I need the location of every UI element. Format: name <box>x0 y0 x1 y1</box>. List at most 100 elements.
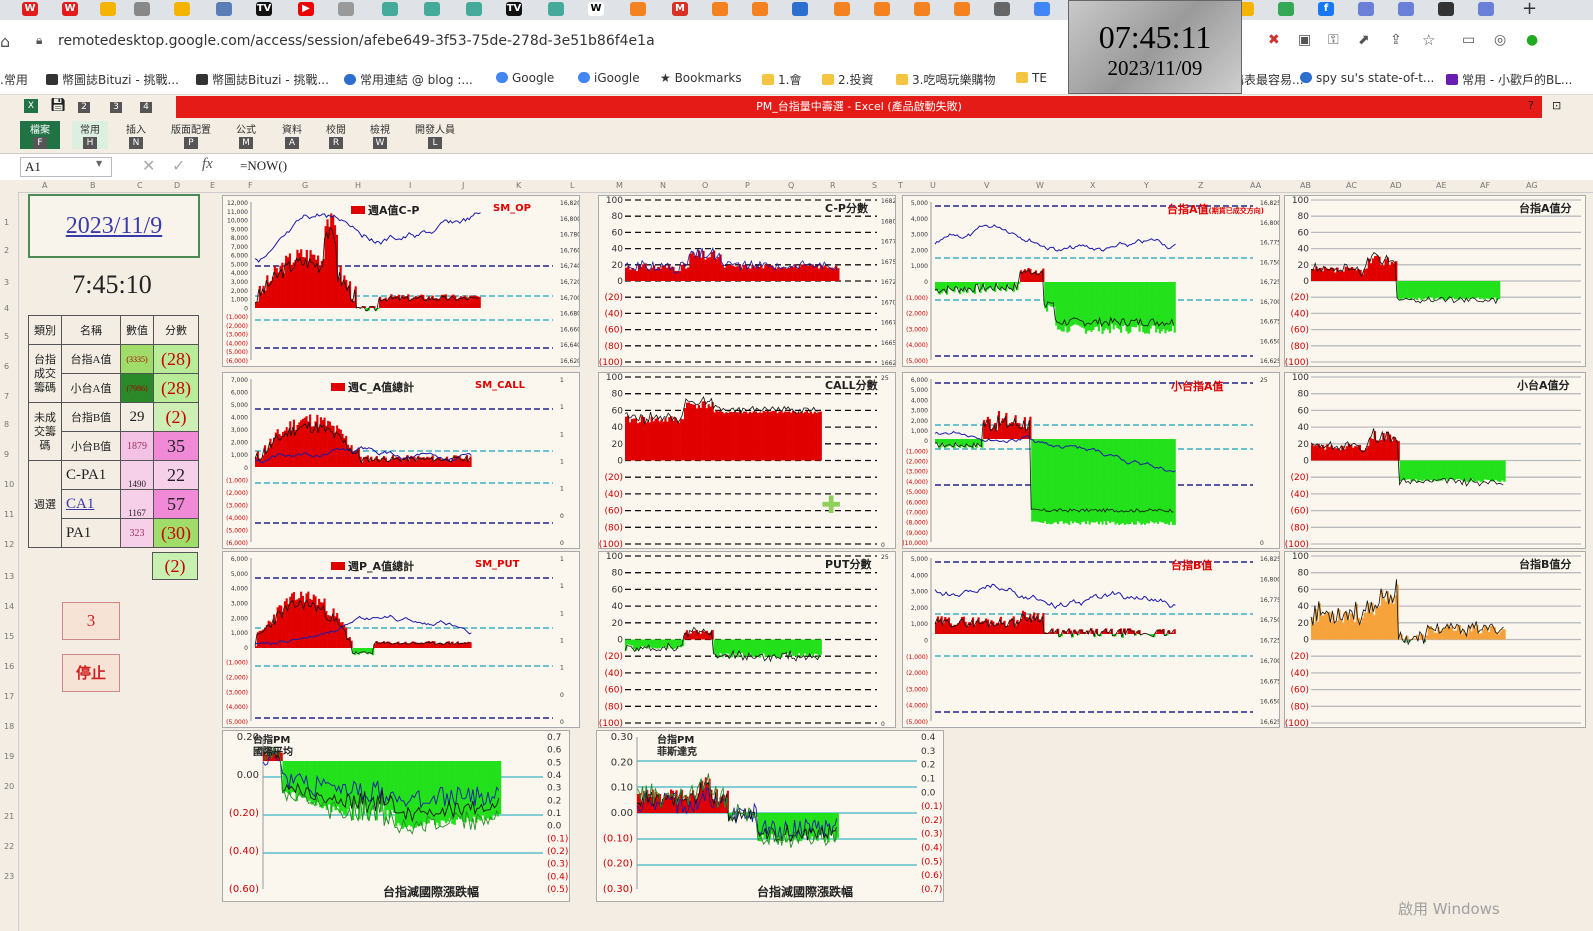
row-header[interactable]: 19 <box>4 752 14 761</box>
column-header[interactable]: M <box>616 181 623 190</box>
cancel-icon[interactable]: ✕ <box>142 156 155 175</box>
bookmark-item[interactable]: Google <box>496 71 554 85</box>
column-header[interactable]: C <box>137 181 143 190</box>
chart-cp-score[interactable]: 100 80 60 40 20 0 (20) (40) (60) (80) (100) 16825 16… <box>598 195 900 368</box>
chart-weekly-put[interactable]: 6,000 5,000 4,000 3,000 2,000 1,000 0 (1,000) (2… <box>222 551 580 728</box>
column-header[interactable]: S <box>872 181 877 190</box>
row-name[interactable]: CA1 <box>61 489 121 519</box>
tab-icon[interactable]: TV <box>506 2 522 16</box>
tab-icon[interactable] <box>792 2 808 16</box>
tab-icon[interactable] <box>752 2 768 16</box>
row-header[interactable]: 14 <box>4 602 14 611</box>
tab-icon[interactable] <box>466 2 482 16</box>
tab-icon[interactable] <box>712 2 728 16</box>
chart-put-score[interactable]: 100 80 60 40 20 0 (20) (40) (60) (80) (100) 25 0 PUT… <box>598 551 896 729</box>
tab-icon[interactable] <box>100 2 116 16</box>
tab-icon[interactable]: W <box>22 2 38 16</box>
bookmark-folder[interactable]: 3.吃喝玩樂購物 <box>896 71 995 88</box>
tab-icon[interactable] <box>1034 2 1050 16</box>
tab-icon[interactable]: TV <box>256 2 272 16</box>
bookmark-item[interactable]: iGoogle <box>578 71 640 85</box>
ribbon-display-icon[interactable]: ⊡ <box>1552 99 1561 112</box>
row-header[interactable]: 22 <box>4 842 14 851</box>
column-header[interactable]: J <box>462 181 464 190</box>
chart-mini-taiex-a[interactable]: 6,000 5,000 4,000 3,000 2,000 1,000 0 (1,000) (2… <box>902 372 1280 549</box>
chart-taiex-a-score[interactable]: 100 80 60 40 20 0 (20) (40) (60) (80) (100) 台指A值分 <box>1284 195 1586 368</box>
tab-icon[interactable] <box>994 2 1010 16</box>
column-header[interactable]: V <box>984 181 989 190</box>
chart-taiex-vs-nasdaq[interactable]: 0.30 0.20 0.10 0.00 (0.10) (0.20) (0.30) 0.4 0.3… <box>596 730 944 902</box>
tab-icon[interactable] <box>382 2 398 16</box>
column-header[interactable]: R <box>830 181 836 190</box>
tab-icon[interactable]: W <box>588 2 604 16</box>
bookmark-item[interactable]: ★ Bookmarks <box>660 71 742 85</box>
bookmark-item[interactable]: .常用 <box>0 71 28 88</box>
column-header[interactable]: U <box>930 181 936 190</box>
tab-page-layout[interactable]: 版面配置 P <box>166 121 216 149</box>
tab-icon[interactable] <box>338 2 354 16</box>
enter-icon[interactable]: ✓ <box>172 156 185 175</box>
tab-data[interactable]: 資料 A <box>274 121 310 149</box>
row-header[interactable]: 3 <box>4 278 9 287</box>
help-icon[interactable]: ? <box>1528 99 1534 112</box>
tab-formulas[interactable]: 公式 M <box>228 121 264 149</box>
chart-mini-a-score[interactable]: 100 80 60 40 20 0 (20) (40) (60) (80) (100) 小台A值分 <box>1284 372 1586 550</box>
save-icon[interactable]: 💾︎ <box>50 98 67 113</box>
tab-icon[interactable] <box>630 2 646 16</box>
row-header[interactable]: 10 <box>4 480 14 489</box>
row-header[interactable]: 16 <box>4 662 14 671</box>
bookmark-item[interactable]: spy su's state-of-t... <box>1300 71 1434 85</box>
row-header[interactable]: 11 <box>4 510 14 519</box>
bookmark-item[interactable]: 幣圖誌Bituzi - 挑戰... <box>196 71 329 88</box>
chart-taiex-b[interactable]: 5,000 4,000 3,000 2,000 1,000 0 (1,000) (2,000)… <box>902 551 1281 728</box>
tab-icon[interactable] <box>914 2 930 16</box>
tab-icon[interactable] <box>134 2 150 16</box>
chevron-down-icon[interactable]: ▼ <box>96 159 102 168</box>
bookmark-folder[interactable]: 2.投資 <box>822 71 873 88</box>
column-header[interactable]: F <box>248 181 253 190</box>
column-header[interactable]: AA <box>1250 181 1261 190</box>
column-header[interactable]: E <box>210 181 215 190</box>
star-icon[interactable]: ☆ <box>1422 31 1435 49</box>
lock-icon[interactable]: 🔒︎ <box>36 33 42 48</box>
chart-taiex-b-score[interactable]: 100 80 60 40 20 0 (20) (40) (60) (80) (100) 台指B值分 <box>1284 551 1586 729</box>
insert-function-icon[interactable]: fx <box>202 156 213 173</box>
tab-developer[interactable]: 開發人員 L <box>410 121 460 149</box>
tab-review[interactable]: 校閱 R <box>318 121 354 149</box>
column-header[interactable]: L <box>570 181 574 190</box>
tab-icon[interactable] <box>216 2 232 16</box>
chart-taiex-vs-intl[interactable]: 0.20 0.00 (0.20) (0.40) (0.60) 0.7 0.6 0.5 0.4 0.… <box>222 730 570 902</box>
row-header[interactable]: 17 <box>4 692 14 701</box>
github-icon[interactable] <box>1438 2 1454 16</box>
tab-icon[interactable] <box>1478 2 1494 16</box>
column-header[interactable]: AE <box>1436 181 1447 190</box>
column-header[interactable]: Y <box>1144 181 1149 190</box>
column-header[interactable]: W <box>1036 181 1044 190</box>
chart-weekly-a-cp[interactable]: 12,000 11,000 10,000 9,000 8,000 7,000 6,000 5,… <box>222 195 581 367</box>
row-header[interactable]: 1 <box>4 218 9 227</box>
row-header[interactable]: 15 <box>4 632 14 641</box>
row-header[interactable]: 8 <box>4 420 9 429</box>
column-header[interactable]: K <box>516 181 521 190</box>
drive-icon[interactable] <box>1278 2 1294 16</box>
tab-icon[interactable] <box>1398 2 1414 16</box>
formula-input[interactable]: =NOW() <box>240 158 287 174</box>
key-icon[interactable]: ⚿ <box>1328 32 1339 48</box>
extension-icon[interactable]: ◎ <box>1494 32 1506 48</box>
row-header[interactable]: 6 <box>4 362 9 371</box>
column-header[interactable]: X <box>1090 181 1095 190</box>
tab-home[interactable]: 常用 H <box>72 121 108 149</box>
tab-icon[interactable] <box>174 2 190 16</box>
tab-file[interactable]: 檔案 F <box>20 121 60 149</box>
tab-icon[interactable] <box>834 2 850 16</box>
camera-blocked-icon[interactable]: ✖ <box>1268 32 1280 48</box>
column-header[interactable]: H <box>355 181 361 190</box>
tab-icon[interactable] <box>1358 2 1374 16</box>
column-header[interactable]: B <box>90 181 96 190</box>
row-header[interactable]: 2 <box>4 246 9 255</box>
column-header[interactable]: Z <box>1198 181 1203 190</box>
tab-icon[interactable] <box>548 2 564 16</box>
facebook-icon[interactable]: f <box>1318 2 1334 16</box>
row-header[interactable]: 4 <box>4 304 9 313</box>
url-text[interactable]: remotedesktop.google.com/access/session/… <box>58 33 655 49</box>
